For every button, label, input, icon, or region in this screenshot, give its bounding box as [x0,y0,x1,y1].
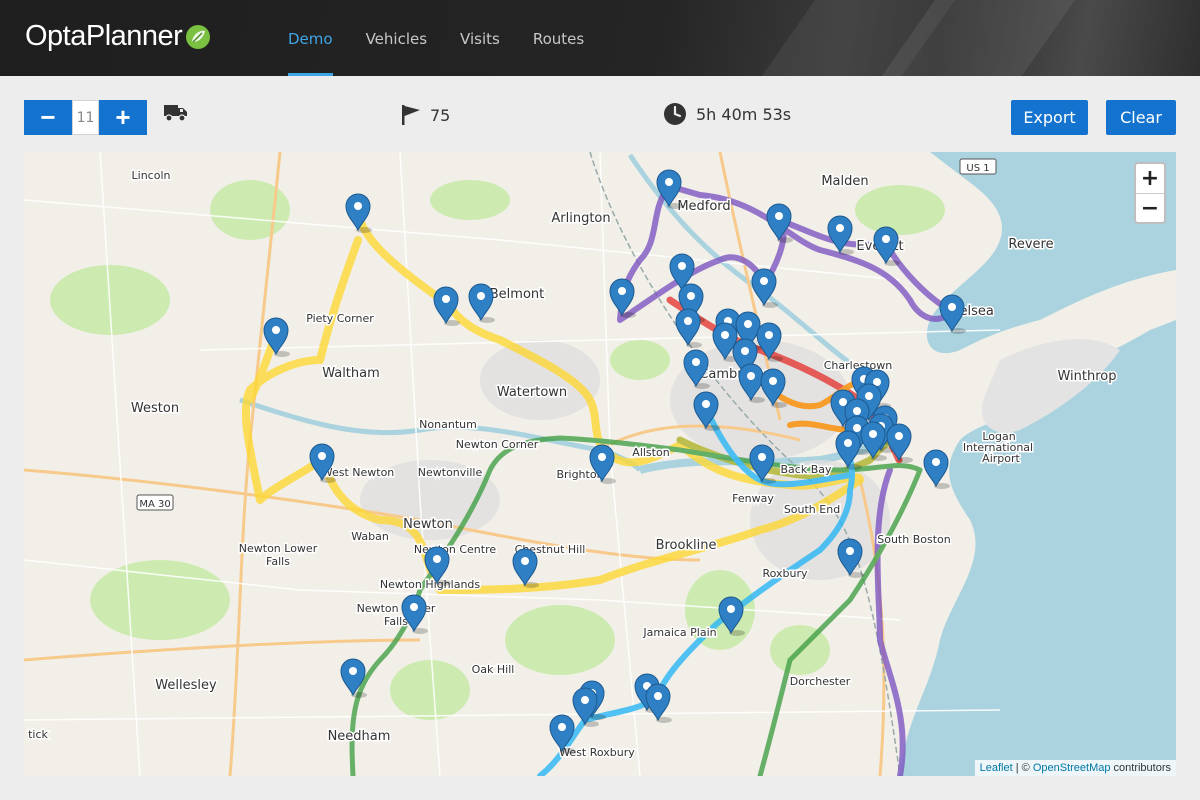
place-label: Falls [266,555,290,568]
vehicle-count-input[interactable] [72,100,99,135]
place-label: South Boston [877,533,951,546]
place-label: Fenway [732,492,774,505]
place-label: Piety Corner [306,312,374,325]
place-label: Jamaica Plain [642,626,716,639]
export-button[interactable]: Export [1011,100,1088,135]
visit-marker-icon[interactable] [340,658,367,698]
place-label: Newton Corner [456,438,539,451]
place-label: Roxbury [762,567,808,580]
zoom-in-button[interactable]: + [1136,164,1164,193]
place-label: Medford [677,199,730,214]
nav-visits[interactable]: Visits [460,0,500,76]
visit-marker-icon[interactable] [572,687,599,727]
place-label: Revere [1008,237,1053,252]
charles-river-west [239,397,642,472]
brand-name: OptaPlanner [25,20,183,52]
visit-marker-icon[interactable] [860,421,887,461]
osm-link[interactable]: OpenStreetMap [1033,762,1111,774]
clear-button[interactable]: Clear [1106,100,1176,135]
svg-text:MA 30: MA 30 [139,499,170,510]
place-label: Waltham [322,366,380,381]
flag-icon [402,105,420,125]
nav-demo[interactable]: Demo [288,0,333,76]
place-label: Newton [403,517,453,532]
place-label: Wellesley [155,678,217,693]
visit-marker-icon[interactable] [468,283,495,323]
place-label: South End [784,503,840,516]
place-label: Newton Lower [239,542,318,555]
visit-marker-icon[interactable] [886,423,913,463]
place-label: Brookline [656,538,717,553]
route-shield: US 1 [959,158,997,175]
place-label: tick [28,728,48,741]
truck-icon [164,105,187,122]
svg-text:US 1: US 1 [966,163,989,174]
place-label: Airport [982,452,1020,465]
place-label: Needham [328,729,391,744]
place-label: Lincoln [132,169,171,182]
route-map[interactable]: MedfordMaldenArlingtonEverettRevereLinco… [24,152,1176,776]
place-label: Back Bay [781,463,832,476]
place-label: Waban [351,530,389,543]
place-label: Watertown [497,385,567,400]
visit-marker-icon[interactable] [512,548,539,588]
attribution-separator: | © [1012,762,1033,774]
zoom-control: + − [1134,162,1166,224]
place-label: Nonantum [419,418,477,431]
visit-marker-icon[interactable] [923,449,950,489]
visit-marker-icon[interactable] [645,683,672,723]
visit-marker-icon[interactable] [827,215,854,255]
main-nav: Demo Vehicles Visits Routes [288,0,617,76]
nav-routes[interactable]: Routes [533,0,584,76]
place-label: Allston [632,446,669,459]
vehicle-stepper: − + [24,100,147,135]
map-attribution: Leaflet | © OpenStreetMap contributors [974,760,1176,776]
nav-vehicles[interactable]: Vehicles [366,0,427,76]
place-label: Malden [821,174,868,189]
place-label: Winthrop [1057,369,1116,384]
place-label: Newton Highlands [380,578,481,591]
visit-marker-icon[interactable] [675,308,702,348]
visits-stat: 75 [401,104,450,126]
map-canvas[interactable]: MedfordMaldenArlingtonEverettRevereLinco… [24,152,1176,776]
leaflet-link[interactable]: Leaflet [980,762,1013,774]
zoom-out-button[interactable]: − [1136,193,1164,222]
place-label: Newtonville [418,466,483,479]
total-time: 5h 40m 53s [696,104,792,124]
leaf-logo-icon [186,24,211,49]
place-label: Belmont [490,287,544,302]
clock-icon [664,103,686,125]
visit-marker-icon[interactable] [433,286,460,326]
brand-logo[interactable]: OptaPlanner [25,20,212,53]
visit-count: 75 [430,105,451,125]
place-label: Oak Hill [472,663,515,676]
attribution-suffix: contributors [1110,762,1171,774]
place-label: Weston [131,401,179,416]
toolbar: − + 75 5h 40m 53s Export Clear [24,100,1176,136]
place-label: West Newton [322,466,395,479]
app-header: OptaPlanner Demo Vehicles Visits Routes [0,0,1200,76]
visit-marker-icon[interactable] [766,203,793,243]
route-shield: MA 30 [136,494,174,511]
place-label: Dorchester [790,675,851,688]
place-label: Arlington [551,211,610,226]
decrease-vehicles-button[interactable]: − [24,100,72,135]
increase-vehicles-button[interactable]: + [99,100,147,135]
time-stat: 5h 40m 53s [663,102,791,126]
